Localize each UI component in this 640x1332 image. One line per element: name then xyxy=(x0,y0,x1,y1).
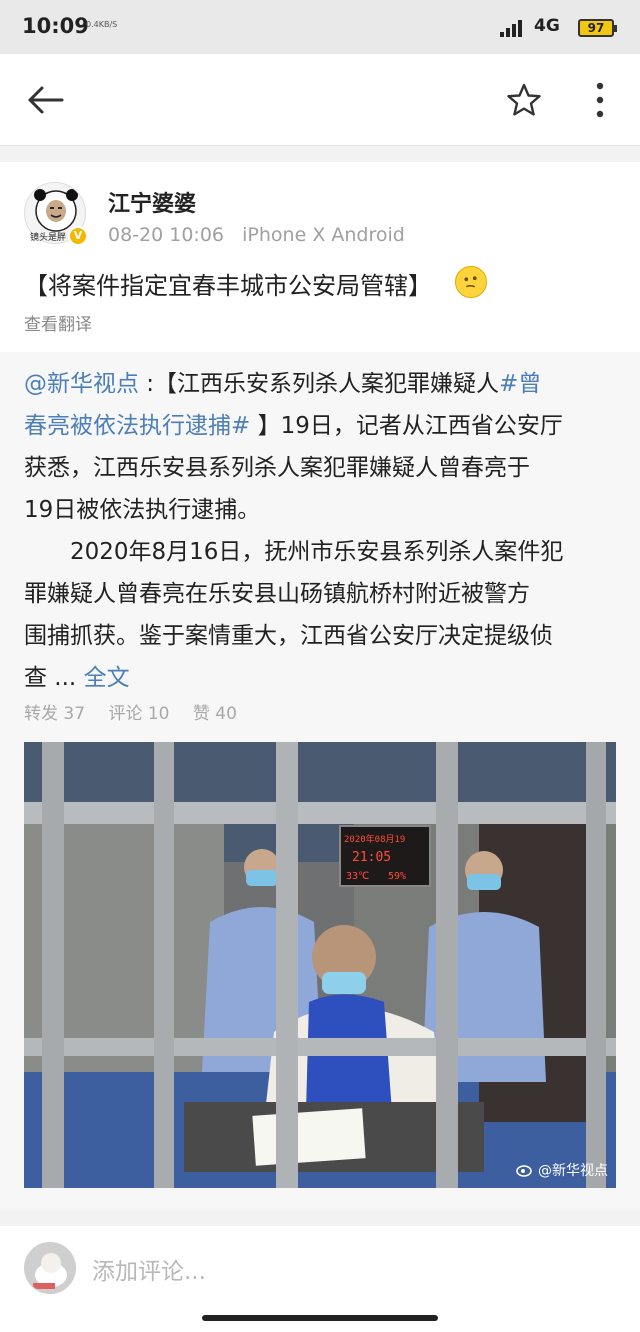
back-button[interactable] xyxy=(24,80,68,120)
quote-line-5: 2020年8月16日，抚州市乐安县系列杀人案件犯 xyxy=(24,539,564,565)
home-indicator[interactable] xyxy=(202,1315,438,1321)
quote-stats: 转发 37 评论 10 赞 40 xyxy=(24,699,255,724)
more-options-button[interactable] xyxy=(586,80,614,120)
status-time: 10:09 xyxy=(22,14,89,38)
post-photo[interactable]: 2020年08月19 21:05 33℃ 59% @新华视点 xyxy=(24,742,616,1188)
battery-level: 97 xyxy=(587,21,605,35)
full-text-link[interactable]: 全文 xyxy=(84,665,130,691)
signal-icon xyxy=(500,19,528,37)
top-navigation-bar xyxy=(0,54,640,146)
battery-icon: 97 xyxy=(578,19,617,37)
repost-count[interactable]: 转发 37 xyxy=(24,704,85,724)
quote-line-4: 19日被依法执行逮捕。 xyxy=(24,497,261,523)
photo-watermark: @新华视点 xyxy=(515,1160,608,1180)
quote-line-8: 查 ... 全文 xyxy=(24,658,620,692)
mention-link[interactable]: @新华视点 xyxy=(24,371,139,397)
quote-text-2: 】19日，记者从江西省公安厅 xyxy=(250,413,563,439)
hashtag-link-part1[interactable]: #曾 xyxy=(499,371,541,397)
quote-line-7: 围捕抓获。鉴于案情重大，江西省公安厅决定提级侦 xyxy=(24,623,553,649)
cat-avatar-image xyxy=(25,1243,75,1293)
post-timestamp: 08-20 10:06 xyxy=(108,224,225,246)
post-meta: 08-20 10:06 iPhone X Android xyxy=(108,224,405,246)
comment-count[interactable]: 评论 10 xyxy=(108,704,169,724)
sign-temp: 33℃ xyxy=(346,871,369,882)
like-count[interactable]: 赞 40 xyxy=(193,704,237,724)
quoted-post[interactable]: @新华视点 :【江西乐安系列杀人案犯罪嫌疑人#曾 春亮被依法执行逮捕# 】19日… xyxy=(0,352,640,1210)
post-device: iPhone X Android xyxy=(242,224,405,246)
sign-humidity: 59% xyxy=(388,871,406,882)
author-name[interactable]: 江宁婆婆 xyxy=(108,186,196,218)
quote-line-1: @新华视点 :【江西乐安系列杀人案犯罪嫌疑人#曾 xyxy=(24,364,620,398)
add-comment-input[interactable]: 添加评论... xyxy=(92,1252,206,1286)
back-arrow-icon xyxy=(28,86,64,114)
hashtag-link-part2[interactable]: 春亮被依法执行逮捕# xyxy=(24,413,250,439)
quote-line-6: 罪嫌疑人曾春亮在乐安县山砀镇航桥村附近被警方 xyxy=(24,581,530,607)
network-speed: 0.4KB/S xyxy=(86,20,118,29)
quote-colon: :【江西乐安系列杀人案犯罪嫌疑人 xyxy=(139,371,500,397)
status-bar: 10:09 0.4KB/S 4G 97 xyxy=(0,0,640,54)
quote-text-8: 查 ... xyxy=(24,665,84,691)
quote-line-3: 获悉，江西乐安县系列杀人案犯罪嫌疑人曾春亮于 xyxy=(24,455,530,481)
quote-line-2: 春亮被依法执行逮捕# 】19日，记者从江西省公安厅 xyxy=(24,406,620,440)
network-type: 4G xyxy=(534,16,560,36)
sign-date: 2020年08月19 xyxy=(344,833,405,845)
watermark-text: @新华视点 xyxy=(538,1163,608,1179)
more-vertical-icon xyxy=(596,82,604,118)
thinking-emoji-icon xyxy=(455,266,487,298)
sign-time: 21:05 xyxy=(352,850,391,865)
weibo-logo-icon xyxy=(515,1165,532,1177)
photo-illustration: 2020年08月19 21:05 33℃ 59% xyxy=(24,742,616,1188)
avatar-caption: 镜头是胖 xyxy=(30,233,67,243)
verified-v-icon: V xyxy=(68,226,88,246)
favorite-button[interactable] xyxy=(504,80,544,120)
translate-link[interactable]: 查看翻译 xyxy=(24,310,92,335)
user-avatar[interactable] xyxy=(24,1242,76,1294)
star-icon xyxy=(507,83,541,116)
weibo-post: 镜头是胖 V 江宁婆婆 08-20 10:06 iPhone X Android… xyxy=(0,162,640,1210)
post-text: 【将案件指定宜春丰城市公安局管辖】 xyxy=(24,272,432,300)
